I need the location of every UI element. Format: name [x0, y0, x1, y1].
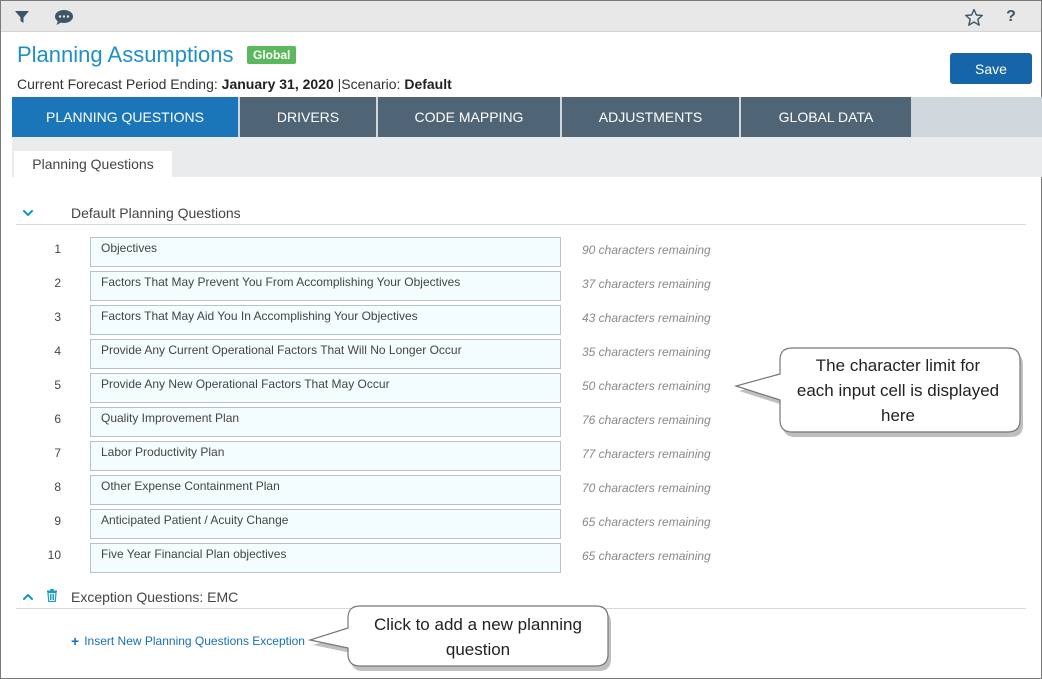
comment-icon[interactable] [53, 7, 75, 27]
section-label: Default Planning Questions [71, 205, 241, 221]
row-number: 1 [54, 242, 61, 256]
row-number: 10 [47, 548, 61, 562]
star-icon[interactable] [963, 7, 985, 27]
question-input[interactable]: Anticipated Patient / Acuity Change [90, 509, 561, 539]
main-tabs: PLANNING QUESTIONS DRIVERS CODE MAPPING … [12, 97, 1042, 137]
question-input[interactable]: Labor Productivity Plan [90, 441, 561, 471]
characters-remaining: 76 characters remaining [582, 413, 711, 427]
top-toolbar: ? [1, 1, 1041, 32]
chevron-down-icon[interactable] [22, 206, 34, 218]
tab-adjustments[interactable]: ADJUSTMENTS [562, 97, 739, 137]
help-icon[interactable]: ? [1002, 7, 1020, 27]
row-number: 2 [54, 276, 61, 290]
limit-callout-text: The character limit for each input cell … [780, 353, 1016, 428]
forecast-info: Current Forecast Period Ending: January … [17, 76, 452, 92]
callout-line: each input cell is displayed [796, 381, 1000, 400]
callout-line: The character limit for [815, 356, 981, 375]
characters-remaining: 50 characters remaining [582, 379, 711, 393]
question-input[interactable]: Objectives [90, 237, 561, 267]
characters-remaining: 70 characters remaining [582, 481, 711, 495]
characters-remaining: 37 characters remaining [582, 277, 711, 291]
question-input[interactable]: Factors That May Aid You In Accomplishin… [90, 305, 561, 335]
period-value: January 31, 2020 [221, 76, 334, 92]
characters-remaining: 65 characters remaining [582, 549, 711, 563]
save-button[interactable]: Save [950, 53, 1032, 84]
section-label: Exception Questions: EMC [71, 589, 239, 605]
characters-remaining: 65 characters remaining [582, 515, 711, 529]
question-input[interactable]: Other Expense Containment Plan [90, 475, 561, 505]
question-input[interactable]: Quality Improvement Plan [90, 407, 561, 437]
row-number: 3 [54, 310, 61, 324]
row-number: 7 [54, 446, 61, 460]
characters-remaining: 35 characters remaining [582, 345, 711, 359]
plus-icon: + [71, 633, 80, 649]
characters-remaining: 90 characters remaining [582, 243, 711, 257]
period-label: Current Forecast Period Ending: [17, 76, 218, 92]
page-title: Planning Assumptions [17, 42, 234, 67]
tab-code-mapping[interactable]: CODE MAPPING [378, 97, 560, 137]
callout-line: question [445, 640, 511, 659]
row-number: 4 [54, 344, 61, 358]
tab-planning-questions[interactable]: PLANNING QUESTIONS [12, 97, 238, 137]
chevron-up-icon[interactable] [22, 590, 34, 602]
subtab-planning-questions[interactable]: Planning Questions [14, 151, 172, 177]
callout-line: Click to add a new planning [374, 615, 582, 634]
characters-remaining: 77 characters remaining [582, 447, 711, 461]
callout-line: here [880, 406, 916, 425]
insert-exception-link[interactable]: + Insert New Planning Questions Exceptio… [71, 634, 305, 648]
filter-icon[interactable] [12, 7, 32, 27]
insert-link-label: Insert New Planning Questions Exception [84, 634, 305, 648]
default-questions-header[interactable]: Default Planning Questions [16, 203, 1026, 225]
characters-remaining: 43 characters remaining [582, 311, 711, 325]
question-input[interactable]: Provide Any New Operational Factors That… [90, 373, 561, 403]
question-input[interactable]: Factors That May Prevent You From Accomp… [90, 271, 561, 301]
question-input[interactable]: Provide Any Current Operational Factors … [90, 339, 561, 369]
insert-callout-text: Click to add a new planning question [352, 612, 604, 662]
tab-global-data[interactable]: GLOBAL DATA [741, 97, 911, 137]
trash-icon[interactable] [46, 589, 58, 607]
question-input[interactable]: Five Year Financial Plan objectives [90, 543, 561, 573]
scenario-value: Default [404, 76, 452, 92]
scenario-label: Scenario: [341, 76, 401, 92]
row-number: 5 [54, 378, 61, 392]
row-number: 9 [54, 514, 61, 528]
global-badge: Global [247, 46, 297, 64]
row-number: 6 [54, 412, 61, 426]
tab-drivers[interactable]: DRIVERS [240, 97, 376, 137]
row-number: 8 [54, 480, 61, 494]
